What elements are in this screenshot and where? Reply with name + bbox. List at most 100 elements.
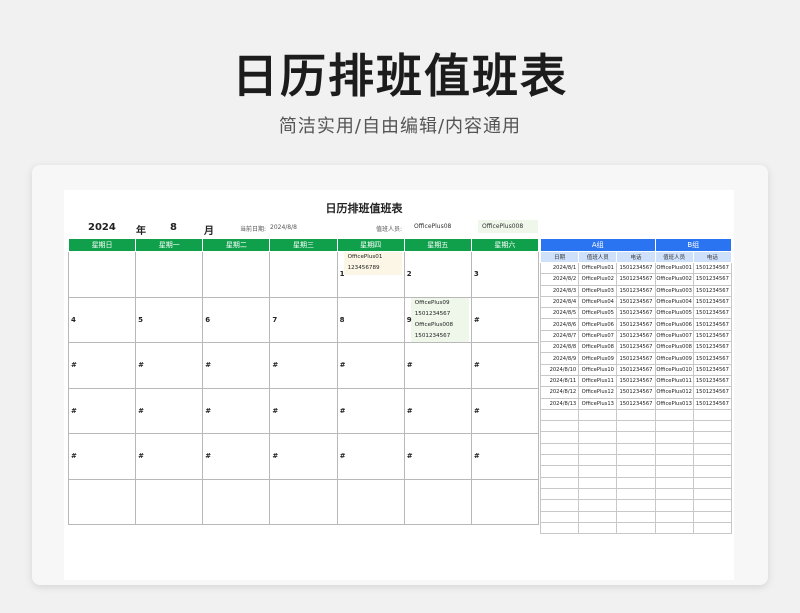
calendar-day-cell[interactable] bbox=[67, 478, 137, 525]
schedule-phone-a-cell[interactable]: 1501234567 bbox=[616, 329, 656, 343]
schedule-person-b-cell[interactable]: OfficePlus012 bbox=[654, 386, 694, 399]
schedule-phone-b-cell[interactable] bbox=[692, 465, 733, 478]
schedule-date-cell[interactable] bbox=[539, 442, 580, 456]
schedule-phone-b-cell[interactable]: 1501234567 bbox=[692, 363, 733, 376]
schedule-phone-a-cell[interactable] bbox=[616, 408, 656, 422]
schedule-phone-a-cell[interactable]: 1501234567 bbox=[616, 352, 656, 365]
calendar-day-cell[interactable]: 4 bbox=[67, 296, 137, 343]
calendar-day-cell[interactable]: 8 bbox=[336, 296, 405, 343]
schedule-person-b-cell[interactable] bbox=[654, 465, 694, 478]
schedule-phone-b-cell[interactable] bbox=[692, 499, 733, 512]
duty-person-a[interactable]: OfficePlus08 bbox=[410, 220, 470, 233]
schedule-person-a-cell[interactable]: OfficePlus01 bbox=[578, 261, 618, 275]
calendar-day-cell[interactable]: # bbox=[403, 342, 472, 389]
schedule-date-cell[interactable]: 2024/8/5 bbox=[539, 307, 580, 320]
calendar-day-cell[interactable]: # bbox=[403, 433, 472, 480]
calendar-day-cell[interactable]: # bbox=[336, 433, 405, 480]
schedule-person-a-cell[interactable] bbox=[578, 454, 618, 467]
schedule-phone-b-cell[interactable] bbox=[692, 408, 733, 422]
schedule-person-b-cell[interactable] bbox=[654, 420, 694, 433]
schedule-person-b-cell[interactable] bbox=[654, 521, 694, 535]
schedule-phone-b-cell[interactable]: 1501234567 bbox=[692, 318, 733, 331]
schedule-person-b-cell[interactable]: OfficePlus001 bbox=[654, 261, 694, 275]
schedule-person-b-cell[interactable] bbox=[654, 476, 694, 489]
schedule-date-cell[interactable] bbox=[539, 465, 580, 478]
schedule-phone-b-cell[interactable] bbox=[692, 521, 733, 535]
schedule-phone-b-cell[interactable] bbox=[692, 442, 733, 456]
schedule-person-a-cell[interactable]: OfficePlus04 bbox=[578, 295, 618, 309]
schedule-phone-b-cell[interactable]: 1501234567 bbox=[692, 329, 733, 343]
schedule-person-a-cell[interactable]: OfficePlus12 bbox=[578, 386, 618, 399]
calendar-day-cell[interactable] bbox=[202, 478, 271, 525]
schedule-date-cell[interactable]: 2024/8/11 bbox=[539, 374, 580, 388]
calendar-day-cell[interactable] bbox=[470, 478, 540, 525]
schedule-phone-a-cell[interactable]: 1501234567 bbox=[616, 307, 656, 320]
schedule-person-a-cell[interactable]: OfficePlus08 bbox=[578, 341, 618, 354]
calendar-day-cell[interactable] bbox=[135, 251, 204, 298]
schedule-date-cell[interactable]: 2024/8/8 bbox=[539, 341, 580, 354]
schedule-phone-b-cell[interactable]: 1501234567 bbox=[692, 352, 733, 365]
schedule-person-a-cell[interactable] bbox=[578, 487, 618, 501]
calendar-day-cell[interactable]: # bbox=[135, 433, 204, 480]
schedule-person-a-cell[interactable]: OfficePlus09 bbox=[578, 352, 618, 365]
calendar-day-cell[interactable]: OfficePlus01 123456789 1 bbox=[336, 251, 405, 298]
calendar-day-cell[interactable] bbox=[269, 478, 338, 525]
calendar-day-cell[interactable]: # bbox=[470, 433, 540, 480]
schedule-phone-b-cell[interactable] bbox=[692, 431, 733, 444]
schedule-phone-b-cell[interactable]: 1501234567 bbox=[692, 374, 733, 388]
schedule-phone-b-cell[interactable]: 1501234567 bbox=[692, 386, 733, 399]
schedule-phone-b-cell[interactable]: 1501234567 bbox=[692, 397, 733, 410]
schedule-phone-a-cell[interactable] bbox=[616, 431, 656, 444]
calendar-day-cell[interactable]: # bbox=[336, 387, 405, 434]
schedule-person-b-cell[interactable]: OfficePlus010 bbox=[654, 363, 694, 376]
schedule-person-a-cell[interactable]: OfficePlus13 bbox=[578, 397, 618, 410]
schedule-person-b-cell[interactable]: OfficePlus003 bbox=[654, 284, 694, 297]
schedule-date-cell[interactable] bbox=[539, 408, 580, 422]
schedule-date-cell[interactable] bbox=[539, 499, 580, 512]
schedule-person-b-cell[interactable]: OfficePlus011 bbox=[654, 374, 694, 388]
calendar-day-cell[interactable]: # bbox=[269, 342, 338, 389]
calendar-day-cell[interactable] bbox=[135, 478, 204, 525]
schedule-phone-a-cell[interactable] bbox=[616, 465, 656, 478]
schedule-phone-a-cell[interactable]: 1501234567 bbox=[616, 261, 656, 275]
schedule-person-b-cell[interactable]: OfficePlus009 bbox=[654, 352, 694, 365]
schedule-date-cell[interactable] bbox=[539, 476, 580, 489]
schedule-person-b-cell[interactable]: OfficePlus005 bbox=[654, 307, 694, 320]
calendar-day-cell[interactable] bbox=[336, 478, 405, 525]
schedule-person-a-cell[interactable] bbox=[578, 431, 618, 444]
calendar-day-cell[interactable]: # bbox=[67, 387, 137, 434]
schedule-date-cell[interactable]: 2024/8/1 bbox=[539, 261, 580, 275]
schedule-phone-a-cell[interactable] bbox=[616, 476, 656, 489]
schedule-person-a-cell[interactable] bbox=[578, 408, 618, 422]
calendar-day-cell[interactable] bbox=[202, 251, 271, 298]
calendar-day-cell[interactable]: # bbox=[135, 387, 204, 434]
schedule-date-cell[interactable]: 2024/8/3 bbox=[539, 284, 580, 297]
calendar-day-cell[interactable]: # bbox=[202, 433, 271, 480]
schedule-person-a-cell[interactable]: OfficePlus11 bbox=[578, 374, 618, 388]
year-value[interactable]: 2024 bbox=[88, 222, 116, 233]
schedule-person-a-cell[interactable] bbox=[578, 442, 618, 456]
calendar-day-cell[interactable] bbox=[403, 478, 472, 525]
schedule-person-a-cell[interactable]: OfficePlus05 bbox=[578, 307, 618, 320]
schedule-person-b-cell[interactable] bbox=[654, 442, 694, 456]
schedule-date-cell[interactable]: 2024/8/7 bbox=[539, 329, 580, 343]
schedule-person-b-cell[interactable]: OfficePlus013 bbox=[654, 397, 694, 410]
calendar-day-cell[interactable] bbox=[269, 251, 338, 298]
calendar-day-cell[interactable]: # bbox=[470, 296, 540, 343]
schedule-person-b-cell[interactable] bbox=[654, 431, 694, 444]
schedule-phone-b-cell[interactable]: 1501234567 bbox=[692, 273, 733, 286]
schedule-phone-b-cell[interactable] bbox=[692, 476, 733, 489]
calendar-day-cell[interactable]: 5 bbox=[135, 296, 204, 343]
schedule-phone-a-cell[interactable]: 1501234567 bbox=[616, 318, 656, 331]
schedule-phone-a-cell[interactable]: 1501234567 bbox=[616, 284, 656, 297]
schedule-person-a-cell[interactable] bbox=[578, 499, 618, 512]
schedule-person-a-cell[interactable] bbox=[578, 476, 618, 489]
schedule-phone-a-cell[interactable] bbox=[616, 487, 656, 501]
duty-person-b[interactable]: OfficePlus008 bbox=[478, 220, 538, 233]
schedule-phone-b-cell[interactable]: 1501234567 bbox=[692, 341, 733, 354]
schedule-date-cell[interactable] bbox=[539, 487, 580, 501]
schedule-phone-a-cell[interactable] bbox=[616, 499, 656, 512]
schedule-person-a-cell[interactable] bbox=[578, 510, 618, 523]
schedule-phone-a-cell[interactable] bbox=[616, 454, 656, 467]
calendar-day-cell[interactable]: # bbox=[135, 342, 204, 389]
